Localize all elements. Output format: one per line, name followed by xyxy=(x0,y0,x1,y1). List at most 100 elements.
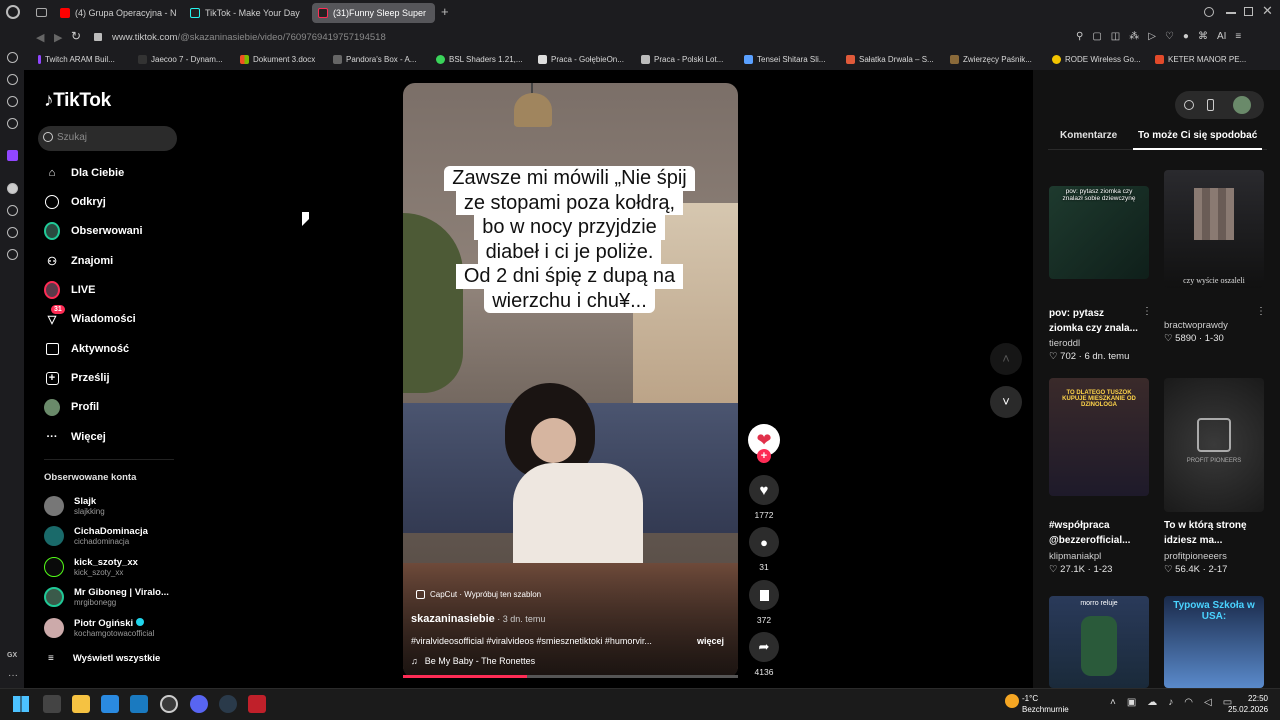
video-hashtags[interactable]: #viralvideosofficial #viralvideos #smies… xyxy=(411,636,691,646)
music-line[interactable]: ♫ Be My Baby - The Ronettes xyxy=(411,656,535,666)
file-explorer-icon[interactable] xyxy=(72,695,90,713)
followed-account[interactable]: Piotr Ogiński kochamgotowacofficial xyxy=(44,618,154,638)
save-button[interactable]: 372 xyxy=(748,580,780,625)
followed-account[interactable]: Slajk slajkking xyxy=(44,496,105,516)
gx-label[interactable]: GX xyxy=(7,652,17,659)
microphone-icon[interactable]: ♪ xyxy=(1168,697,1173,708)
more-options-icon[interactable]: ⋮ xyxy=(1142,306,1152,317)
discord-icon[interactable] xyxy=(190,695,208,713)
app-tray-icon[interactable]: ▣ xyxy=(1127,697,1136,708)
task-view-icon[interactable] xyxy=(43,695,61,713)
camera-icon[interactable]: ◫ xyxy=(1111,31,1120,42)
video-author[interactable]: skazaninasiebie xyxy=(411,613,495,625)
suggested-user[interactable]: bractwoprawdy xyxy=(1164,320,1228,331)
like-button[interactable]: ♥ 1772 xyxy=(748,475,780,520)
maximize-button[interactable] xyxy=(1244,7,1253,16)
reload-icon[interactable]: ↻ xyxy=(71,29,81,43)
previous-video-button[interactable]: ˄ xyxy=(990,343,1022,375)
wifi-icon[interactable]: ◠ xyxy=(1184,697,1193,708)
bookmark-item[interactable]: BSL Shaders 1.21,... xyxy=(436,55,523,64)
opera-logo-icon[interactable] xyxy=(6,5,20,19)
creator-avatar[interactable]: ❤ + xyxy=(748,424,780,463)
bookmark-item[interactable]: Pandora's Box - A... xyxy=(333,55,416,64)
opera-gx-taskbar-icon[interactable] xyxy=(160,695,178,713)
suggested-thumbnail[interactable]: czy wyście oszaleli xyxy=(1164,170,1264,288)
player-icon[interactable]: ▷ xyxy=(1148,31,1156,42)
suggested-thumbnail[interactable]: pov: pytasz ziomka czy znalazł sobie dzi… xyxy=(1049,186,1149,279)
suggested-user[interactable]: tieroddl xyxy=(1049,338,1080,349)
suggested-title[interactable]: To w którą stronę idziesz ma... xyxy=(1164,518,1247,548)
forward-icon[interactable]: ▶ xyxy=(54,31,62,44)
follow-plus-icon[interactable]: + xyxy=(757,449,771,463)
comment-button[interactable]: ● 31 xyxy=(748,527,780,572)
sidebar-twitch-icon[interactable] xyxy=(7,150,18,161)
tab-comments[interactable]: Komentarze xyxy=(1060,130,1117,141)
store-icon[interactable] xyxy=(101,695,119,713)
suggested-thumbnail[interactable]: morro reluje xyxy=(1049,596,1149,688)
suggested-user[interactable]: profitpioneeers xyxy=(1164,551,1227,562)
sidebar-spotify-icon[interactable] xyxy=(7,183,18,194)
bookmark-item[interactable]: Jaecoo 7 - Dynam... xyxy=(138,55,223,64)
sidebar-aria-icon[interactable] xyxy=(7,74,18,85)
heart-icon[interactable]: ♡ xyxy=(1165,31,1174,42)
sidebar-extensions-icon[interactable] xyxy=(7,227,18,238)
bookmark-item[interactable]: Twitch ARAM Buil... xyxy=(38,55,115,64)
tab-suggested[interactable]: To może Ci się spodobać xyxy=(1138,130,1257,141)
url-field[interactable]: www.tiktok.com/@skazaninasiebie/video/76… xyxy=(112,32,386,43)
user-avatar[interactable] xyxy=(1233,96,1251,114)
sidebar-history-icon[interactable] xyxy=(7,205,18,216)
nav-odkryj[interactable]: Odkryj xyxy=(44,193,106,211)
windows-start-icon[interactable] xyxy=(13,696,29,712)
nav-obserwowani[interactable]: Obserwowani xyxy=(44,222,143,240)
followed-account[interactable]: Mr Giboneg | Viralo... mrgibonegg xyxy=(44,587,169,607)
nav-wiecej[interactable]: ··· Więcej xyxy=(44,428,106,446)
followed-account[interactable]: kick_szoty_xx kick_szoty_xx xyxy=(44,557,138,577)
nav-znajomi[interactable]: ⚇ Znajomi xyxy=(44,252,113,270)
volume-icon[interactable]: ◁ xyxy=(1204,697,1212,708)
search-tabs-icon[interactable] xyxy=(1204,7,1214,17)
close-window-button[interactable]: ✕ xyxy=(1262,3,1273,19)
chevron-up-icon[interactable]: ˄ xyxy=(1110,697,1116,708)
bookmark-item[interactable]: Dokument 3.docx xyxy=(240,55,315,64)
browser-tab-active[interactable]: (31)Funny Sleep Super xyxy=(312,3,435,23)
sidebar-star-icon[interactable] xyxy=(7,118,18,129)
weather-widget[interactable]: -1°C Bezchmurnie xyxy=(1022,693,1069,715)
ai-button[interactable]: AI xyxy=(1217,31,1226,42)
sidebar-gx-icon[interactable] xyxy=(7,96,18,107)
nav-wiadomosci[interactable]: ▽ 31 Wiadomości xyxy=(44,305,136,328)
minimize-button[interactable] xyxy=(1226,12,1236,14)
clock[interactable]: 22:50 25.02.2026 xyxy=(1228,693,1268,715)
nav-profil[interactable]: Profil xyxy=(44,398,99,416)
nav-dla-ciebie[interactable]: ⌂ Dla Ciebie xyxy=(44,164,125,182)
device-icon[interactable] xyxy=(1207,99,1214,111)
sidebar-more-icon[interactable]: ··· xyxy=(8,670,18,681)
suggested-user[interactable]: klipmaniakpl xyxy=(1049,551,1101,562)
tiktok-logo[interactable]: ♪TikTok xyxy=(44,90,111,112)
suggested-title[interactable]: pov: pytasz ziomka czy znala... xyxy=(1049,306,1138,336)
voicemeeter-icon[interactable] xyxy=(248,695,266,713)
workspaces-icon[interactable] xyxy=(36,8,47,17)
nav-live[interactable]: LIVE xyxy=(44,281,95,299)
snapshot-icon[interactable]: ▢ xyxy=(1092,31,1101,42)
nav-przeslij[interactable]: + Prześlij xyxy=(44,369,110,387)
bookmark-item[interactable]: Praca - Polski Lot... xyxy=(641,55,723,64)
sidebar-home-icon[interactable] xyxy=(7,52,18,63)
desktop-icon[interactable] xyxy=(130,695,148,713)
bookmark-item[interactable]: Tensei Shitara Sli... xyxy=(744,55,825,64)
bookmark-item[interactable]: Sałatka Drwala – S... xyxy=(846,55,934,64)
more-link[interactable]: więcej xyxy=(697,636,724,646)
back-icon[interactable]: ◀ xyxy=(36,31,44,44)
pin-icon[interactable]: ⚲ xyxy=(1076,31,1083,42)
bookmark-item[interactable]: Zwierzęcy Paśnik... xyxy=(950,55,1032,64)
nav-aktywnosc[interactable]: Aktywność xyxy=(44,340,129,358)
bookmark-item[interactable]: RODE Wireless Go... xyxy=(1052,55,1141,64)
new-tab-button[interactable]: + xyxy=(441,5,449,19)
capcut-template-link[interactable]: CapCut · Wypróbuj ten szablon xyxy=(416,590,541,599)
more-options-icon[interactable]: ⋮ xyxy=(1256,306,1266,317)
next-video-button[interactable]: ˅ xyxy=(990,386,1022,418)
followed-account[interactable]: CichaDominacja cichadominacja xyxy=(44,526,148,546)
suggested-thumbnail[interactable]: TO DLATEGO TUSZOK KUPUJE MIESZKANIE OD D… xyxy=(1049,378,1149,496)
account-icon[interactable]: ● xyxy=(1183,31,1189,42)
gx-control-icon[interactable]: ⌘ xyxy=(1198,31,1208,42)
suggested-thumbnail[interactable]: PROFIT PIONEERS xyxy=(1164,378,1264,512)
